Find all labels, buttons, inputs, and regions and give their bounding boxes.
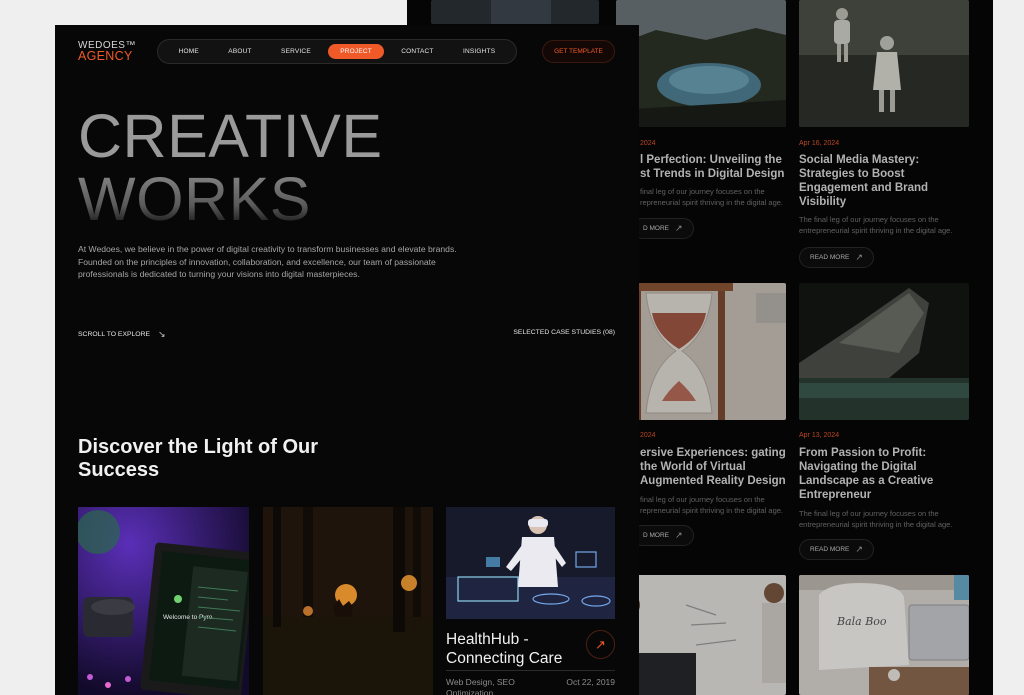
post-date: Apr 16, 2024: [799, 140, 840, 147]
arrow-up-right-icon: ↗: [855, 544, 863, 554]
post-excerpt: final leg of our journey focuses on the …: [640, 187, 783, 207]
post-image-cave: [799, 283, 969, 420]
nav-project[interactable]: PROJECT: [328, 44, 384, 59]
shirt-text: Bala Boo: [836, 615, 887, 628]
read-more-label: D MORE: [643, 532, 669, 539]
read-more-button[interactable]: D MORE ↗: [632, 525, 694, 546]
main-nav: HOME ABOUT SERVICE PROJECT CONTACT INSIG…: [157, 39, 517, 64]
post-title[interactable]: From Passion to Profit: Navigating the D…: [799, 446, 949, 502]
project-date: Oct 22, 2019: [566, 677, 615, 687]
project-page: WEDOES™ AGENCY HOME ABOUT SERVICE PROJEC…: [55, 25, 639, 695]
nav-home[interactable]: HOME: [167, 44, 211, 59]
read-more-button[interactable]: D MORE ↗: [632, 218, 694, 239]
intro-paragraph: At Wedoes, we believe in the power of di…: [78, 244, 457, 279]
post-title[interactable]: l Perfection: Unveiling the st Trends in…: [640, 153, 790, 181]
post-excerpt: The final leg of our journey focuses on …: [799, 215, 953, 235]
post-image-lake: [616, 0, 786, 127]
logo-subtitle: AGENCY: [78, 49, 133, 63]
post-title[interactable]: ersive Experiences: gating the World of …: [640, 446, 790, 488]
arrow-up-right-icon: ↗: [675, 530, 683, 540]
project-image-vr-healthcare[interactable]: [446, 507, 615, 619]
post-image-hourglass: [616, 283, 786, 420]
post-image-whiteboard: [616, 575, 786, 695]
case-studies-count: SELECTED CASE STUDIES (08): [513, 329, 615, 336]
post-image-laptop-meeting: Bala Boo: [799, 575, 969, 695]
nav-about[interactable]: ABOUT: [216, 44, 263, 59]
hero-title-line2: WORKS: [78, 165, 311, 233]
project-tags: Web Design, SEO Optimization: [446, 677, 515, 695]
divider: [446, 670, 615, 671]
post-date: 2024: [640, 432, 656, 439]
arrow-up-right-icon: ↗: [675, 223, 683, 233]
post-image-children: [799, 0, 969, 127]
nav-service[interactable]: SERVICE: [269, 44, 323, 59]
project-image-forest[interactable]: [263, 507, 433, 695]
arrow-down-right-icon: ↘: [158, 329, 166, 339]
project-title[interactable]: HealthHub - Connecting Care: [446, 630, 586, 668]
brand-logo[interactable]: WEDOES™ AGENCY: [78, 40, 136, 62]
post-excerpt: final leg of our journey focuses on the …: [640, 495, 783, 515]
scroll-to-explore[interactable]: SCROLL TO EXPLORE ↘: [78, 329, 166, 340]
nav-contact[interactable]: CONTACT: [389, 44, 445, 59]
post-date: 2024: [640, 140, 656, 147]
read-more-label: READ MORE: [810, 254, 850, 261]
read-more-label: READ MORE: [810, 546, 850, 553]
arrow-up-right-icon: ↗: [595, 636, 606, 652]
hero-title-line1: CREATIVE: [78, 102, 383, 170]
read-more-button[interactable]: READ MORE ↗: [799, 247, 874, 268]
project-image-laptop[interactable]: Welcome to Pyro.: [78, 507, 249, 695]
open-project-button[interactable]: ↗: [586, 630, 615, 659]
get-template-button[interactable]: GET TEMPLATE: [542, 40, 615, 63]
post-image-top-left: [431, 0, 599, 24]
post-date: Apr 13, 2024: [799, 432, 840, 439]
section-heading: Discover the Light of Our Success: [78, 436, 319, 481]
scroll-label: SCROLL TO EXPLORE: [78, 331, 151, 338]
read-more-button[interactable]: READ MORE ↗: [799, 539, 874, 560]
read-more-label: D MORE: [643, 225, 669, 232]
nav-insights[interactable]: INSIGHTS: [451, 44, 507, 59]
post-title[interactable]: Social Media Mastery: Strategies to Boos…: [799, 153, 939, 209]
post-excerpt: The final leg of our journey focuses on …: [799, 509, 953, 529]
arrow-up-right-icon: ↗: [855, 252, 863, 262]
